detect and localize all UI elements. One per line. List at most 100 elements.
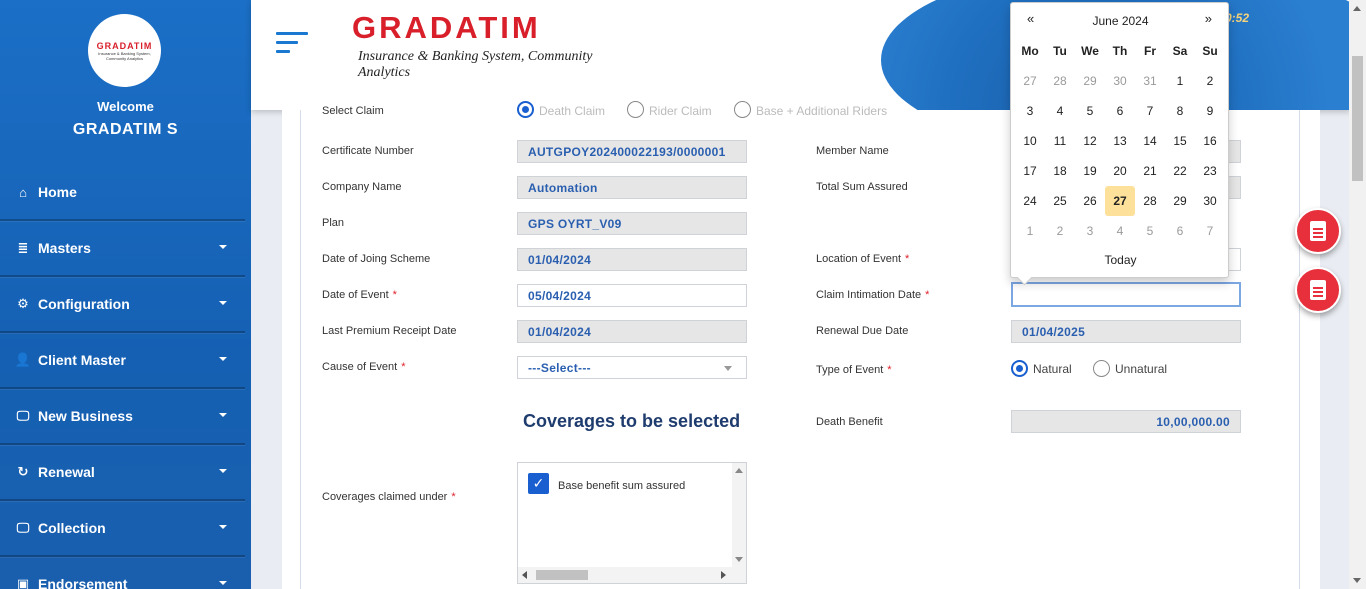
- scroll-right-icon[interactable]: [721, 571, 726, 579]
- datepicker-today-button[interactable]: Today: [1011, 253, 1230, 267]
- datepicker-day[interactable]: 6: [1165, 216, 1195, 246]
- datepicker-day[interactable]: 1: [1015, 216, 1045, 246]
- datepicker-day[interactable]: 4: [1105, 216, 1135, 246]
- datepicker-day[interactable]: 19: [1075, 156, 1105, 186]
- coverages-listbox[interactable]: ✓ Base benefit sum assured: [517, 462, 747, 584]
- scroll-up-icon[interactable]: [1353, 6, 1361, 11]
- datepicker-day[interactable]: 3: [1075, 216, 1105, 246]
- weekday-header: Tu: [1053, 44, 1067, 58]
- datepicker-day[interactable]: 6: [1105, 96, 1135, 126]
- scrollbar-thumb[interactable]: [536, 570, 588, 580]
- datepicker-day[interactable]: 22: [1165, 156, 1195, 186]
- database-icon: ≣: [17, 240, 29, 255]
- sidebar-item-collection[interactable]: 🖵 Collection: [0, 501, 245, 557]
- datepicker-day[interactable]: 14: [1135, 126, 1165, 156]
- datepicker-day[interactable]: 15: [1165, 126, 1195, 156]
- date-event-field[interactable]: 05/04/2024: [517, 284, 747, 307]
- datepicker-day[interactable]: 2: [1045, 216, 1075, 246]
- sidebar-item-client-master[interactable]: 👤 Client Master: [0, 333, 245, 389]
- certificate-number-field[interactable]: AUTGPOY202400022193/0000001: [517, 140, 747, 163]
- datepicker-day[interactable]: 1: [1165, 66, 1195, 96]
- rider-claim-radio[interactable]: [627, 101, 644, 118]
- datepicker-day[interactable]: 8: [1165, 96, 1195, 126]
- datepicker-day[interactable]: 28: [1135, 186, 1165, 216]
- datepicker-month-title[interactable]: June 2024: [1011, 14, 1230, 28]
- chevron-down-icon: [219, 469, 227, 473]
- datepicker-day[interactable]: 9: [1195, 96, 1225, 126]
- datepicker-week-row: 10 11 12 13 14 15 16: [1015, 126, 1225, 156]
- base-additional-riders-radio[interactable]: [734, 101, 751, 118]
- datepicker-day[interactable]: 7: [1135, 96, 1165, 126]
- datepicker-day[interactable]: 18: [1045, 156, 1075, 186]
- datepicker-day[interactable]: 3: [1015, 96, 1045, 126]
- datepicker-day[interactable]: 27: [1015, 66, 1045, 96]
- datepicker-day[interactable]: 23: [1195, 156, 1225, 186]
- page-scrollbar[interactable]: [1349, 0, 1366, 589]
- datepicker-day[interactable]: 27: [1105, 186, 1135, 216]
- hamburger-menu-icon[interactable]: [276, 32, 308, 59]
- datepicker-day[interactable]: 28: [1045, 66, 1075, 96]
- document-fab-button[interactable]: [1295, 208, 1341, 254]
- last-premium-field[interactable]: 01/04/2024: [517, 320, 747, 343]
- sidebar-item-home[interactable]: ⌂ Home: [0, 165, 245, 221]
- datepicker-day[interactable]: 24: [1015, 186, 1045, 216]
- company-name-label: Company Name: [322, 181, 402, 193]
- claim-intimation-date-field[interactable]: [1011, 282, 1241, 307]
- monitor-icon: 🖵: [16, 408, 30, 423]
- datepicker-day[interactable]: 25: [1045, 186, 1075, 216]
- datepicker-day[interactable]: 4: [1045, 96, 1075, 126]
- sidebar-item-endorsement[interactable]: ▣ Endorsement: [0, 557, 245, 589]
- datepicker-day[interactable]: 11: [1045, 126, 1075, 156]
- datepicker-day[interactable]: 13: [1105, 126, 1135, 156]
- plan-field[interactable]: GPS OYRT_V09: [517, 212, 747, 235]
- listbox-vertical-scrollbar[interactable]: [732, 463, 746, 567]
- sidebar-item-configuration[interactable]: ⚙ Configuration: [0, 277, 245, 333]
- datepicker-day[interactable]: 26: [1075, 186, 1105, 216]
- death-claim-radio[interactable]: [517, 101, 534, 118]
- datepicker-next-button[interactable]: »: [1205, 11, 1212, 26]
- date-joining-field[interactable]: 01/04/2024: [517, 248, 747, 271]
- scroll-left-icon[interactable]: [522, 571, 527, 579]
- sidebar-item-label: Renewal: [38, 464, 95, 480]
- datepicker-day[interactable]: 29: [1165, 186, 1195, 216]
- base-benefit-checkbox[interactable]: ✓: [528, 473, 549, 494]
- chevron-down-icon: [219, 357, 227, 361]
- listbox-horizontal-scrollbar[interactable]: [518, 567, 746, 583]
- datepicker-day[interactable]: 16: [1195, 126, 1225, 156]
- datepicker-day[interactable]: 12: [1075, 126, 1105, 156]
- profile-section: GRADATIM Insurance & Banking System, Com…: [0, 0, 251, 158]
- datepicker-day[interactable]: 17: [1015, 156, 1045, 186]
- datepicker-day[interactable]: 7: [1195, 216, 1225, 246]
- sidebar-item-label: Home: [38, 184, 77, 200]
- location-event-label: Location of Event *: [816, 253, 910, 265]
- weekday-header: Fr: [1144, 44, 1156, 58]
- scroll-down-icon[interactable]: [735, 557, 743, 562]
- datepicker-day[interactable]: 10: [1015, 126, 1045, 156]
- datepicker-day[interactable]: 5: [1135, 216, 1165, 246]
- datepicker-day[interactable]: 2: [1195, 66, 1225, 96]
- certificate-number-label: Certificate Number: [322, 145, 414, 157]
- datepicker-day[interactable]: 21: [1135, 156, 1165, 186]
- type-event-label: Type of Event *: [816, 364, 892, 376]
- scroll-up-icon[interactable]: [735, 468, 743, 473]
- datepicker-day[interactable]: 5: [1075, 96, 1105, 126]
- renewal-due-field[interactable]: 01/04/2025: [1011, 320, 1241, 343]
- datepicker-day[interactable]: 30: [1105, 66, 1135, 96]
- sidebar-nav: ⌂ Home ≣ Masters ⚙ Configuration 👤 Client Maste…: [0, 165, 251, 589]
- company-name-field[interactable]: Automation: [517, 176, 747, 199]
- sidebar-item-renewal[interactable]: ↻ Renewal: [0, 445, 245, 501]
- datepicker-day[interactable]: 29: [1075, 66, 1105, 96]
- scroll-down-icon[interactable]: [1353, 578, 1361, 583]
- sidebar-item-masters[interactable]: ≣ Masters: [0, 221, 245, 277]
- page-scrollbar-thumb[interactable]: [1352, 56, 1363, 181]
- natural-label: Natural: [1033, 362, 1072, 376]
- datepicker-day[interactable]: 20: [1105, 156, 1135, 186]
- document-fab-button-2[interactable]: [1295, 267, 1341, 313]
- datepicker-day[interactable]: 31: [1135, 66, 1165, 96]
- natural-radio[interactable]: [1011, 360, 1028, 377]
- unnatural-radio[interactable]: [1093, 360, 1110, 377]
- sidebar-item-new-business[interactable]: 🖵 New Business: [0, 389, 245, 445]
- cause-event-select[interactable]: ---Select---: [517, 356, 747, 379]
- death-benefit-field[interactable]: 10,00,000.00: [1011, 410, 1241, 433]
- datepicker-day[interactable]: 30: [1195, 186, 1225, 216]
